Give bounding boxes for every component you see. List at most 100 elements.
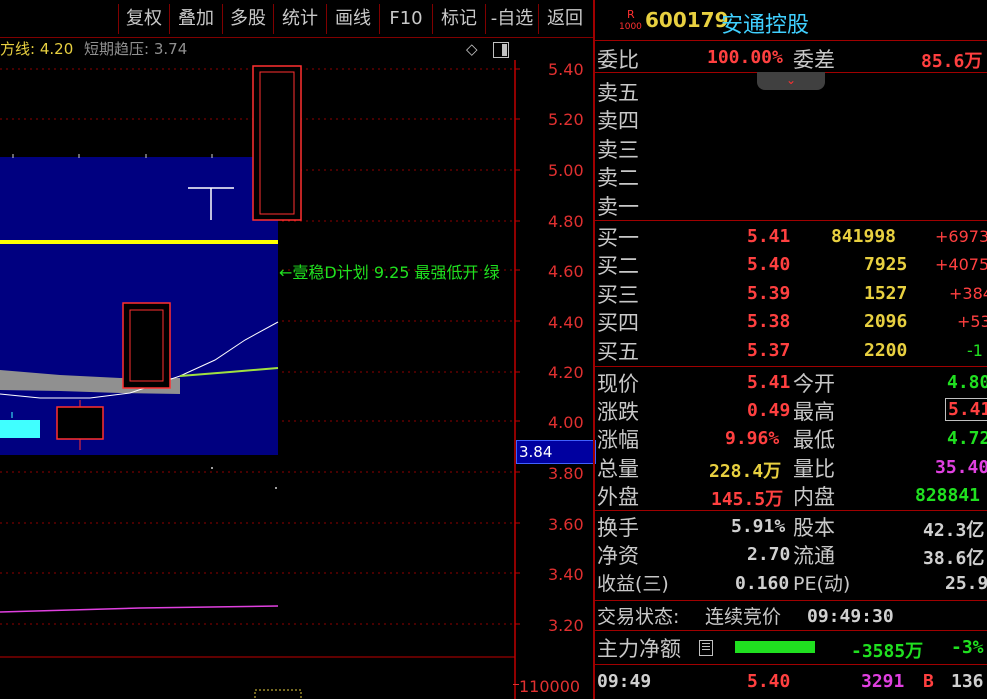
sell-5-label: 卖五 <box>597 81 639 105</box>
quote-value-low: 4.72 <box>947 428 987 449</box>
price-tick: 4.60 <box>548 262 584 281</box>
quote-label-price: 现价 <box>597 372 639 396</box>
toolbar-add-watchlist-button[interactable]: -自选 <box>485 4 538 34</box>
buy-2-volume: 7925 <box>864 254 908 275</box>
quote-value-outer: 145.5万 <box>711 489 784 510</box>
fund-label-eps: 收益(三) <box>597 573 669 595</box>
quote-value-price: 5.41 <box>747 372 791 393</box>
buy-3-volume: 1527 <box>864 283 908 304</box>
quote-label-open: 今开 <box>793 372 835 396</box>
price-tick: 3.40 <box>548 565 584 584</box>
tick-price: 5.40 <box>747 671 791 692</box>
buy-2-change: +4075 <box>935 255 987 274</box>
buy-3-change: +384 <box>949 284 987 303</box>
buy-1-price[interactable]: 5.41 <box>747 226 790 247</box>
diamond-icon[interactable]: ◇ <box>466 40 478 58</box>
quote-value-pct: 9.96% <box>725 428 780 449</box>
indicator-label-1: 方线: <box>0 40 36 58</box>
indicator-value-2: 3.74 <box>153 40 188 58</box>
quote-label-low: 最低 <box>793 428 835 452</box>
buy-1-change: +6973 <box>935 227 987 246</box>
cyan-block <box>0 420 40 438</box>
price-tick: 5.40 <box>548 60 584 79</box>
sell-3-label: 卖三 <box>597 138 639 162</box>
fund-label-capital: 股本 <box>793 516 835 540</box>
stock-name: 安通控股 <box>721 13 810 38</box>
quote-label-outer: 外盘 <box>597 485 639 509</box>
volume-bar <box>254 689 302 699</box>
chart-annotation: ←壹稳D计划 9.25 最强低开 绿 <box>279 263 500 282</box>
quote-label-high: 最高 <box>793 400 835 424</box>
price-tick: 4.40 <box>548 313 584 332</box>
fund-label-pe: PE(动) <box>793 573 851 595</box>
indicator-label-2: 短期趋压: <box>84 40 150 58</box>
mainforce-pct: -3% <box>951 637 984 658</box>
quote-value-open: 4.80 <box>947 372 987 393</box>
toolbar-multi-stock-button[interactable]: 多股 <box>222 4 273 34</box>
price-tick: 3.60 <box>548 515 584 534</box>
buy-4-change: +53 <box>957 312 987 331</box>
sell-1-label: 卖一 <box>597 195 639 219</box>
quote-label-inner: 内盘 <box>793 485 835 509</box>
buy-5-label: 买五 <box>597 340 639 364</box>
price-tick: 3.20 <box>548 616 584 635</box>
buy-5-price[interactable]: 5.37 <box>747 340 790 361</box>
quote-label-volume: 总量 <box>597 457 639 481</box>
tick-side: B <box>923 671 934 692</box>
trade-status-value: 连续竞价 <box>705 606 782 628</box>
buy-3-label: 买三 <box>597 283 639 307</box>
buy-2-price[interactable]: 5.40 <box>747 254 790 275</box>
sell-4-label: 卖四 <box>597 109 639 133</box>
weicha-label: 委差 <box>793 48 835 72</box>
tick-count: 136 <box>951 671 984 692</box>
indicator-readout: 方线: 4.20 短期趋压: 3.74 <box>0 38 520 60</box>
fund-label-float: 流通 <box>793 544 835 568</box>
toolbar-fuquan-button[interactable]: 复权 <box>118 4 169 34</box>
cursor-price-label: 3.84 <box>516 440 596 464</box>
weicha-value: 85.6万 <box>921 51 983 72</box>
sell-2-label: 卖二 <box>597 166 639 190</box>
fund-value-netasset: 2.70 <box>747 544 791 565</box>
collapse-chevron-icon[interactable]: ⌄ <box>757 72 825 90</box>
trade-status-label: 交易状态: <box>597 606 680 628</box>
list-icon[interactable] <box>699 640 713 656</box>
volume-axis-label: 110000 <box>519 677 581 696</box>
fund-value-pe: 25.9 <box>945 573 987 594</box>
buy-5-volume: 2200 <box>864 340 908 361</box>
indicator-value-1: 4.20 <box>39 40 74 58</box>
mainforce-value: -3585万 <box>851 641 924 662</box>
mainforce-bar-track <box>735 641 815 653</box>
buy-4-label: 买四 <box>597 311 639 335</box>
toolbar-overlay-button[interactable]: 叠加 <box>169 4 222 34</box>
kline-chart[interactable] <box>0 60 593 699</box>
magenta-line <box>0 605 279 613</box>
tick-time: 09:49 <box>597 671 652 692</box>
price-tick: 4.20 <box>548 363 584 382</box>
toolbar-draw-line-button[interactable]: 画线 <box>326 4 379 34</box>
quote-label-pct: 涨幅 <box>597 428 639 452</box>
candle-2[interactable] <box>122 302 171 389</box>
weibi-label: 委比 <box>597 48 639 72</box>
fund-value-turnover: 5.91% <box>731 516 786 537</box>
buy-4-price[interactable]: 5.38 <box>747 311 790 332</box>
toolbar-mark-button[interactable]: 标记 <box>432 4 485 34</box>
panel-toggle-icon[interactable] <box>493 42 509 58</box>
buy-1-label: 买一 <box>597 226 639 250</box>
price-tick: 4.80 <box>548 212 584 231</box>
toolbar-statistics-button[interactable]: 统计 <box>273 4 326 34</box>
fund-value-float: 38.6亿 <box>923 548 985 569</box>
chart-toolbar: 复权 叠加 多股 统计 画线 F10 标记 -自选 返回 <box>0 0 593 38</box>
price-tick: 4.00 <box>548 413 584 432</box>
quote-value-volratio: 35.40 <box>935 457 987 478</box>
fund-value-capital: 42.3亿 <box>923 520 985 541</box>
quote-label-volratio: 量比 <box>793 457 835 481</box>
buy-1-volume: 841998 <box>831 226 897 247</box>
stock-code: 600179 <box>645 8 729 32</box>
toolbar-back-button[interactable]: 返回 <box>538 4 591 34</box>
buy-3-price[interactable]: 5.39 <box>747 283 790 304</box>
buy-5-change: -1 <box>967 341 983 360</box>
fund-label-netasset: 净资 <box>597 544 639 568</box>
quote-panel: R 1000 600179 安通控股 委比 100.00% 委差 85.6万 ⌄… <box>593 0 987 699</box>
candle-3[interactable] <box>252 65 302 221</box>
toolbar-f10-button[interactable]: F10 <box>379 4 432 34</box>
